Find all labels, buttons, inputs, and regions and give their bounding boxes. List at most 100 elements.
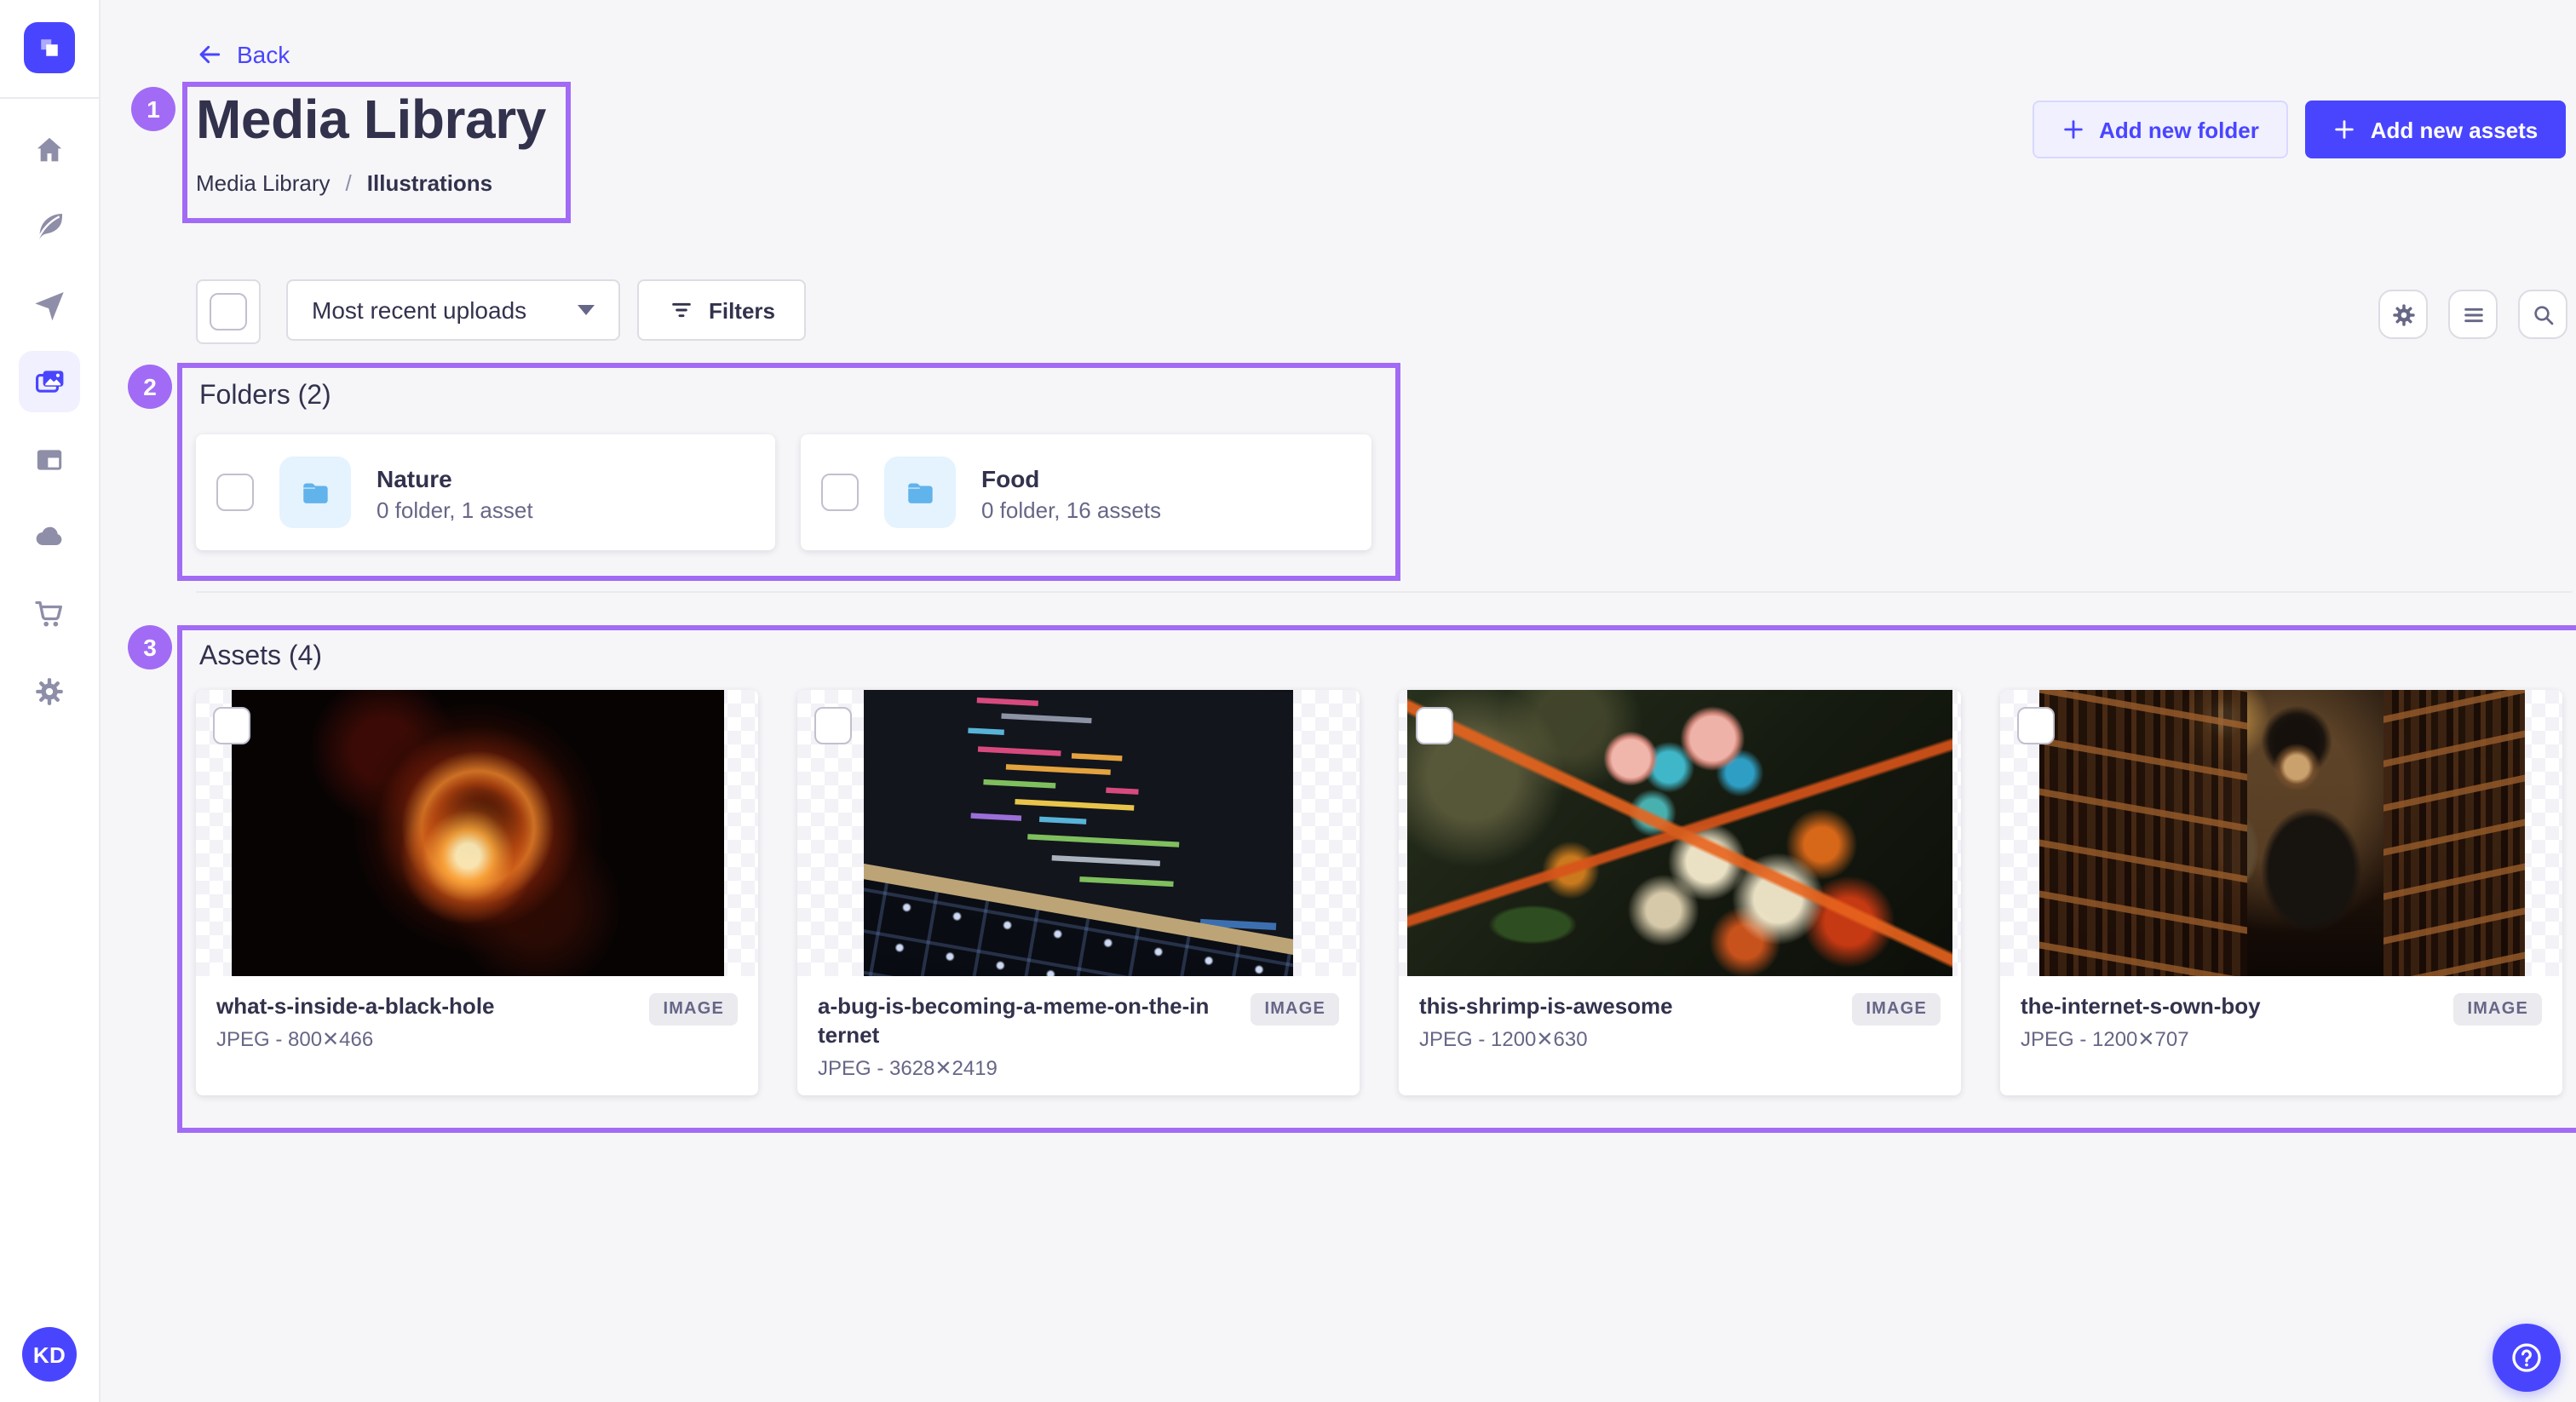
select-asset-checkbox[interactable] <box>1416 707 1453 744</box>
back-arrow-icon <box>196 41 223 68</box>
black-hole-image <box>231 690 723 976</box>
asset-thumbnail <box>1399 690 1961 976</box>
layout-icon <box>32 443 66 477</box>
sidebar-item-media-library[interactable] <box>19 351 80 412</box>
sidebar-item-content-type-builder[interactable] <box>19 429 80 491</box>
select-folder-checkbox[interactable] <box>216 474 254 511</box>
library-portrait-image <box>2038 690 2524 976</box>
asset-info: what-s-inside-a-black-hole JPEG - 800✕46… <box>196 976 758 1068</box>
filter-icon <box>668 296 695 324</box>
select-asset-checkbox[interactable] <box>2017 707 2055 744</box>
select-asset-checkbox[interactable] <box>213 707 250 744</box>
gear-icon <box>2389 301 2417 328</box>
sidebar-item-settings[interactable] <box>19 661 80 722</box>
gear-icon <box>32 675 66 709</box>
folder-tile <box>884 457 956 528</box>
list-icon <box>2459 301 2487 328</box>
asset-name: what-s-inside-a-black-hole <box>216 993 495 1022</box>
home-icon <box>32 133 66 167</box>
media-library-page: KD Back Media Library Media Library / Il… <box>0 0 2576 1402</box>
sidebar-divider <box>0 97 99 99</box>
add-new-folder-label: Add new folder <box>2099 117 2259 142</box>
sidebar-item-content-manager[interactable] <box>19 196 80 257</box>
add-new-assets-label: Add new assets <box>2371 117 2539 142</box>
help-button[interactable] <box>2493 1324 2561 1392</box>
sidebar-item-releases[interactable] <box>19 274 80 336</box>
checkbox <box>210 293 247 330</box>
asset-info: the-internet-s-own-boy JPEG - 1200✕707 I… <box>2000 976 2562 1068</box>
folder-meta: 0 folder, 16 assets <box>981 497 1161 522</box>
folder-name: Food <box>981 463 1161 497</box>
asset-type-badge: IMAGE <box>649 993 738 1026</box>
back-link[interactable]: Back <box>196 41 290 68</box>
back-label: Back <box>237 41 290 68</box>
plus-icon <box>2061 118 2085 141</box>
asset-thumbnail <box>196 690 758 976</box>
images-icon <box>32 364 67 399</box>
asset-meta: JPEG - 800✕466 <box>216 1027 495 1051</box>
settings-icon-button[interactable] <box>2378 290 2428 339</box>
user-initials: KD <box>33 1342 66 1367</box>
section-divider <box>196 591 2573 593</box>
asset-name: the-internet-s-own-boy <box>2021 993 2261 1022</box>
cloud-icon <box>32 520 66 554</box>
asset-type-badge: IMAGE <box>1852 993 1941 1026</box>
select-asset-checkbox[interactable] <box>814 707 852 744</box>
folder-card-nature[interactable]: Nature 0 folder, 1 asset <box>196 434 775 550</box>
feather-icon <box>32 210 66 244</box>
select-folder-checkbox[interactable] <box>821 474 859 511</box>
sort-value: Most recent uploads <box>312 296 526 324</box>
strapi-logo[interactable] <box>24 22 75 73</box>
search-button[interactable] <box>2518 290 2567 339</box>
list-view-button[interactable] <box>2448 290 2498 339</box>
folder-icon <box>901 474 939 511</box>
chevron-down-icon <box>578 305 595 315</box>
add-new-assets-button[interactable]: Add new assets <box>2305 101 2566 158</box>
cart-icon <box>32 596 66 630</box>
asset-card-shrimp[interactable]: this-shrimp-is-awesome JPEG - 1200✕630 I… <box>1399 690 1961 1095</box>
asset-thumbnail <box>797 690 1360 976</box>
folder-card-food[interactable]: Food 0 folder, 16 assets <box>801 434 1371 550</box>
search-icon <box>2529 301 2556 328</box>
asset-info: this-shrimp-is-awesome JPEG - 1200✕630 I… <box>1399 976 1961 1068</box>
question-mark-icon <box>2508 1339 2545 1376</box>
user-avatar[interactable]: KD <box>22 1327 77 1382</box>
asset-card-bug-meme[interactable]: a-bug-is-becoming-a-meme-on-the-internet… <box>797 690 1360 1095</box>
sidebar: KD <box>0 0 101 1402</box>
breadcrumb: Media Library / Illustrations <box>196 170 492 196</box>
asset-card-black-hole[interactable]: what-s-inside-a-black-hole JPEG - 800✕46… <box>196 690 758 1095</box>
asset-type-badge: IMAGE <box>2453 993 2542 1026</box>
asset-thumbnail <box>2000 690 2562 976</box>
annotation-badge-2: 2 <box>128 365 172 409</box>
filters-label: Filters <box>709 297 775 323</box>
select-all-checkbox[interactable] <box>196 279 261 344</box>
asset-type-badge: IMAGE <box>1251 993 1339 1026</box>
page-title: Media Library <box>196 89 546 152</box>
filters-button[interactable]: Filters <box>637 279 806 341</box>
folder-tile <box>279 457 351 528</box>
annotation-badge-3: 3 <box>128 625 172 669</box>
folder-icon <box>296 474 334 511</box>
sidebar-item-home[interactable] <box>19 119 80 181</box>
asset-info: a-bug-is-becoming-a-meme-on-the-internet… <box>797 976 1360 1095</box>
sidebar-item-cloud[interactable] <box>19 506 80 567</box>
breadcrumb-separator: / <box>346 170 352 196</box>
code-laptop-image <box>864 690 1293 976</box>
sidebar-item-marketplace[interactable] <box>19 583 80 644</box>
asset-meta: JPEG - 1200✕630 <box>1419 1027 1673 1051</box>
folder-text: Nature 0 folder, 1 asset <box>377 463 533 523</box>
asset-meta: JPEG - 3628✕2419 <box>818 1056 1213 1080</box>
breadcrumb-root[interactable]: Media Library <box>196 170 331 196</box>
mantis-shrimp-image <box>1407 690 1952 976</box>
add-new-folder-button[interactable]: Add new folder <box>2033 101 2288 158</box>
folders-section-title: Folders (2) <box>199 382 331 412</box>
breadcrumb-current: Illustrations <box>367 170 492 196</box>
annotation-badge-1: 1 <box>131 87 175 131</box>
sort-dropdown[interactable]: Most recent uploads <box>286 279 620 341</box>
strapi-logo-icon <box>34 32 65 63</box>
asset-name: this-shrimp-is-awesome <box>1419 993 1673 1022</box>
asset-name: a-bug-is-becoming-a-meme-on-the-internet <box>818 993 1213 1051</box>
asset-card-internets-own-boy[interactable]: the-internet-s-own-boy JPEG - 1200✕707 I… <box>2000 690 2562 1095</box>
folder-text: Food 0 folder, 16 assets <box>981 463 1161 523</box>
asset-meta: JPEG - 1200✕707 <box>2021 1027 2261 1051</box>
